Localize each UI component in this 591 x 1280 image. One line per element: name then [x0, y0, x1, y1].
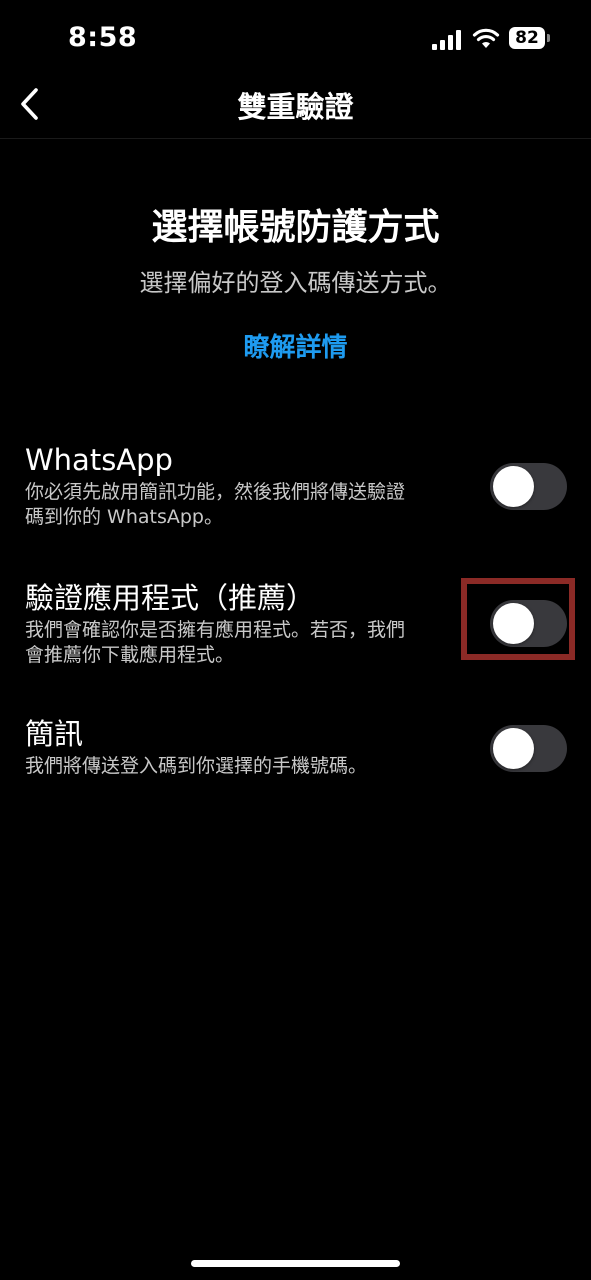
- option-description: 我們將傳送登入碼到你選擇的手機號碼。: [25, 754, 475, 779]
- highlight-box: [461, 578, 575, 660]
- option-description-line: 碼到你的 WhatsApp。: [25, 506, 223, 528]
- option-title: 驗證應用程式（推薦）: [25, 581, 316, 615]
- battery-icon: 82: [509, 27, 545, 49]
- option-title: WhatsApp: [25, 443, 173, 477]
- battery-level: 82: [515, 28, 539, 48]
- toggle-knob: [493, 466, 534, 507]
- cellular-signal-icon: [432, 30, 464, 50]
- battery-nub: [547, 34, 550, 42]
- option-whatsapp: WhatsApp 你必須先啟用簡訊功能，然後我們將傳送驗證 碼到你的 Whats…: [25, 442, 475, 530]
- status-bar: 8:58 82: [0, 0, 591, 80]
- option-description: 你必須先啟用簡訊功能，然後我們將傳送驗證 碼到你的 WhatsApp。: [25, 480, 475, 530]
- page-title: 雙重驗證: [237, 90, 354, 124]
- option-authentication-app: 驗證應用程式（推薦） 我們會確認你是否擁有應用程式。若否，我們 會推薦你下載應用…: [25, 580, 475, 668]
- section-subtitle: 選擇偏好的登入碼傳送方式。: [139, 269, 452, 297]
- option-description-line: 會推薦你下載應用程式。: [25, 644, 235, 666]
- learn-more-link[interactable]: 瞭解詳情: [0, 327, 591, 364]
- navigation-bar: 雙重驗證: [0, 80, 591, 139]
- home-indicator: [191, 1260, 400, 1267]
- option-description-line: 我們會確認你是否擁有應用程式。若否，我們: [25, 619, 406, 641]
- whatsapp-toggle[interactable]: [490, 463, 567, 510]
- section-heading: 選擇帳號防護方式: [151, 207, 440, 248]
- sms-toggle[interactable]: [490, 725, 567, 772]
- option-description: 我們會確認你是否擁有應用程式。若否，我們 會推薦你下載應用程式。: [25, 618, 475, 668]
- option-title: 簡訊: [25, 717, 84, 751]
- option-description-line: 我們將傳送登入碼到你選擇的手機號碼。: [25, 755, 368, 777]
- status-time: 8:58: [68, 22, 138, 53]
- wifi-icon: [472, 28, 500, 48]
- option-sms: 簡訊 我們將傳送登入碼到你選擇的手機號碼。: [25, 716, 475, 779]
- option-description-line: 你必須先啟用簡訊功能，然後我們將傳送驗證: [25, 481, 406, 503]
- toggle-knob: [493, 728, 534, 769]
